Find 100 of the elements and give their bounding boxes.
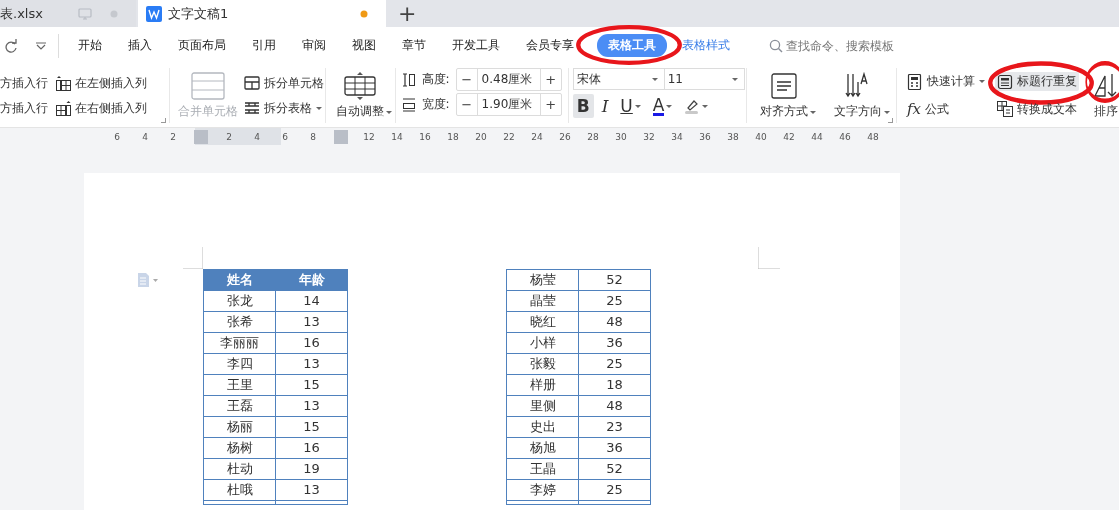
- table-cell: 36: [578, 437, 651, 459]
- ruler-number: 2: [226, 131, 232, 142]
- menu-tab[interactable]: 开始: [67, 34, 113, 57]
- margin-corner-icon: [758, 247, 780, 269]
- align-button[interactable]: 对齐方式: [760, 71, 809, 120]
- table-cell: 25: [578, 290, 651, 312]
- insert-button[interactable]: 在左侧插入列: [56, 74, 168, 92]
- highlighter-icon: [684, 98, 701, 114]
- caret-icon: [884, 110, 891, 114]
- ruler-number: 42: [783, 131, 795, 142]
- table-cell: 李四: [203, 353, 276, 375]
- menu-tab[interactable]: 表格样式: [671, 34, 741, 57]
- ruler-number: 6: [114, 131, 120, 142]
- menu-tab[interactable]: 页面布局: [167, 34, 237, 57]
- quick-calc-button[interactable]: 快速计算: [905, 72, 987, 91]
- search-icon: [769, 38, 783, 53]
- ruler-number: 32: [643, 131, 655, 142]
- ruler-number: 2: [170, 131, 176, 142]
- spin-field[interactable]: − 0.48厘米 +: [455, 68, 562, 91]
- table-cell: 李婷: [506, 479, 579, 501]
- table-cell: 里侧: [506, 395, 579, 417]
- caret-icon: [810, 110, 817, 114]
- table-cell: 小样: [506, 332, 579, 354]
- table-cell: 16: [275, 437, 348, 459]
- table-cell: 李丽丽: [203, 332, 276, 354]
- ruler-marker-icon[interactable]: [334, 129, 348, 144]
- ruler-number: 18: [447, 131, 459, 142]
- table-icon: [244, 76, 260, 90]
- table-header-cell: 姓名: [203, 269, 276, 291]
- menu-tab[interactable]: 插入: [117, 34, 163, 57]
- document-tab[interactable]: 表.xlsx: [0, 0, 136, 27]
- repeat-header-button[interactable]: 标题行重复: [995, 72, 1079, 91]
- table-cell: 张龙: [203, 290, 276, 312]
- table-cell: 15: [275, 374, 348, 396]
- auto-fit-button[interactable]: 自动调整: [336, 71, 385, 120]
- convert-to-text-button[interactable]: 转换成文本: [995, 99, 1079, 119]
- caret-icon: [651, 77, 658, 81]
- column-width-icon: [401, 97, 416, 112]
- table-cell: 杨丽: [203, 416, 276, 438]
- table-handle-icon[interactable]: [137, 272, 159, 288]
- table-cell: 13: [275, 311, 348, 333]
- caret-icon: [731, 77, 738, 81]
- ruler-number: 8: [310, 131, 316, 142]
- sort-button[interactable]: 排序: [1093, 71, 1119, 120]
- font-dropdown[interactable]: 宋体: [572, 68, 665, 90]
- ruler-number: 48: [867, 131, 879, 142]
- split-cells-button[interactable]: 拆分单元格: [244, 74, 324, 92]
- ruler-number: 4: [254, 131, 260, 142]
- table-cell: 晓红: [506, 311, 579, 333]
- italic-button[interactable]: I: [597, 94, 613, 118]
- table-cell: 48: [578, 395, 651, 417]
- font-color-button[interactable]: A: [648, 94, 677, 118]
- spin-field[interactable]: − 1.90厘米 +: [455, 93, 562, 116]
- table-cell: 杨莹: [506, 269, 579, 291]
- ruler-number: 24: [531, 131, 543, 142]
- bold-button[interactable]: B: [572, 94, 594, 118]
- table-cell: 18: [578, 374, 651, 396]
- ruler-number: 20: [475, 131, 487, 142]
- menu-tab[interactable]: 章节: [391, 34, 437, 57]
- insert-button[interactable]: 方插入行: [0, 99, 56, 117]
- ruler-number: 28: [587, 131, 599, 142]
- table-icon: [244, 101, 260, 115]
- table-column-icon: [56, 100, 71, 116]
- align-icon: [769, 71, 800, 100]
- table-cell: 52: [578, 269, 651, 291]
- menu-tab[interactable]: 引用: [241, 34, 287, 57]
- table-cell: 16: [275, 332, 348, 354]
- table-cell: 张希: [203, 311, 276, 333]
- caret-icon: [979, 80, 985, 83]
- text-direction-button[interactable]: 文字方向: [834, 71, 883, 120]
- ruler-number: 4: [142, 131, 148, 142]
- ruler-number: 14: [391, 131, 403, 142]
- caret-icon: [316, 106, 322, 110]
- menu-tab[interactable]: 视图: [341, 34, 387, 57]
- menu-tab[interactable]: 会员专享: [515, 34, 585, 57]
- ruler-number: 26: [559, 131, 571, 142]
- ruler-number: 6: [282, 131, 288, 142]
- underline-button[interactable]: U: [616, 94, 645, 118]
- ruler-number: 36: [699, 131, 711, 142]
- table-cell: 48: [578, 311, 651, 333]
- ruler-number: 22: [503, 131, 515, 142]
- formula-button[interactable]: fx 公式: [905, 99, 951, 119]
- table-cell: 张毅: [506, 353, 579, 375]
- split-table-button[interactable]: 拆分表格: [244, 99, 324, 117]
- table-cell: 13: [275, 353, 348, 375]
- new-tab-button[interactable]: +: [394, 2, 421, 25]
- font-size-dropdown[interactable]: 11: [664, 68, 745, 90]
- insert-button[interactable]: 在右侧插入列: [56, 99, 168, 117]
- table-icon: [191, 71, 225, 100]
- row-height-icon: [401, 72, 416, 87]
- margin-corner-icon: [183, 247, 203, 269]
- document-tab[interactable]: 文字文稿1: [138, 0, 386, 27]
- menu-tab[interactable]: 开发工具: [441, 34, 511, 57]
- dropdown-icon: [36, 41, 46, 50]
- ruler-number: 40: [755, 131, 767, 142]
- insert-button[interactable]: 方插入行: [0, 74, 56, 92]
- table-cell: 王晶: [506, 458, 579, 480]
- table-icon: [343, 71, 378, 100]
- menu-tab[interactable]: 审阅: [291, 34, 337, 57]
- table-column-icon: [56, 75, 71, 91]
